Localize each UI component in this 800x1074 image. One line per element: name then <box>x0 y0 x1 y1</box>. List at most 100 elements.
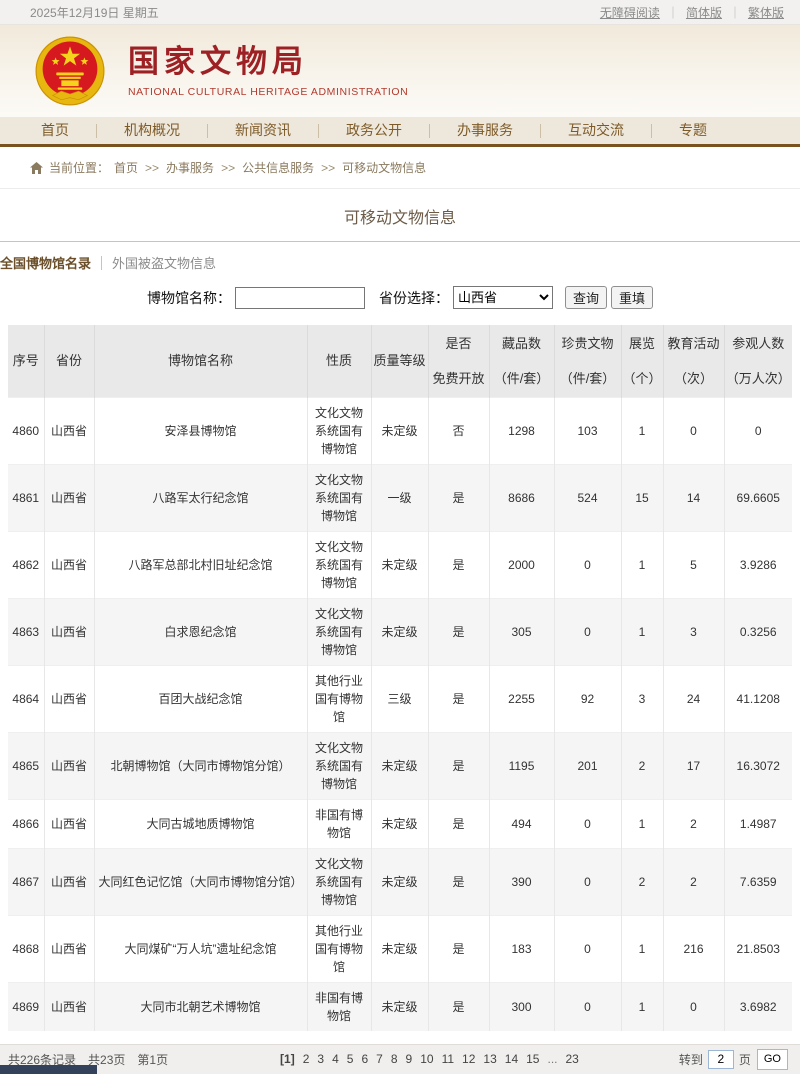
table-row: 4862山西省八路军总部北村旧址纪念馆文化文物系统国有博物馆未定级是200001… <box>8 531 792 598</box>
cell-col-5: 否 <box>428 397 489 464</box>
cell-col-7: 103 <box>554 397 621 464</box>
cell-col-0: 4869 <box>8 982 44 1031</box>
nav-item-4[interactable]: 办事服务 <box>430 117 540 144</box>
page-title: 可移动文物信息 <box>344 210 456 227</box>
cell-col-9: 2 <box>663 848 724 915</box>
column-header-2: 博物馆名称 <box>94 325 307 397</box>
cell-col-7: 524 <box>554 464 621 531</box>
query-button[interactable]: 查询 <box>565 286 607 309</box>
province-select[interactable]: 山西省 <box>453 286 553 309</box>
nav-item-1[interactable]: 机构概况 <box>97 117 207 144</box>
column-header-6: 藏品数（件/套） <box>489 325 554 397</box>
column-header-7: 珍贵文物（件/套） <box>554 325 621 397</box>
goto-page-input[interactable] <box>708 1050 734 1069</box>
page-number-11[interactable]: 11 <box>442 1052 454 1066</box>
breadcrumb-item-2[interactable]: 公共信息服务 <box>242 161 314 175</box>
cell-col-4: 三级 <box>371 665 428 732</box>
topbar-link-0[interactable]: 无障碍阅读 <box>600 4 660 21</box>
nav-item-6[interactable]: 专题 <box>652 117 734 144</box>
cell-col-2: 百团大战纪念馆 <box>94 665 307 732</box>
museum-table: 序号省份博物馆名称性质质量等级是否免费开放藏品数（件/套）珍贵文物（件/套）展览… <box>8 325 792 1031</box>
page-number-5[interactable]: 5 <box>347 1052 354 1066</box>
cell-col-6: 183 <box>489 915 554 982</box>
cell-col-9: 5 <box>663 531 724 598</box>
table-row: 4863山西省白求恩纪念馆文化文物系统国有博物馆未定级是3050130.3256 <box>8 598 792 665</box>
tab-0[interactable]: 全国博物馆名录 <box>0 253 101 272</box>
museum-name-input[interactable] <box>235 287 365 309</box>
cell-col-2: 八路军太行纪念馆 <box>94 464 307 531</box>
nav-item-2[interactable]: 新闻资讯 <box>208 117 318 144</box>
cell-col-10: 21.8503 <box>724 915 792 982</box>
go-button[interactable]: GO <box>757 1049 788 1070</box>
record-summary-2: 第1页 <box>137 1053 168 1067</box>
tab-1[interactable]: 外国被盗文物信息 <box>102 253 226 272</box>
nav-item-5[interactable]: 互动交流 <box>541 117 651 144</box>
page-unit-label: 页 <box>739 1051 751 1068</box>
cell-col-7: 92 <box>554 665 621 732</box>
breadcrumb-item-1[interactable]: 办事服务 <box>166 161 214 175</box>
cell-col-10: 3.9286 <box>724 531 792 598</box>
page-number-12[interactable]: 12 <box>462 1052 475 1066</box>
site-header: 国家文物局 NATIONAL CULTURAL HERITAGE ADMINIS… <box>0 25 800 117</box>
breadcrumb-label: 当前位置： <box>49 159 109 176</box>
cell-col-6: 1298 <box>489 397 554 464</box>
cell-col-6: 2255 <box>489 665 554 732</box>
breadcrumb-item-3[interactable]: 可移动文物信息 <box>342 161 426 175</box>
nav-item-3[interactable]: 政务公开 <box>319 117 429 144</box>
cell-col-0: 4862 <box>8 531 44 598</box>
topbar-link-2[interactable]: 繁体版 <box>748 4 784 21</box>
breadcrumb-item-0[interactable]: 首页 <box>114 161 138 175</box>
museum-name-label: 博物馆名称： <box>147 288 231 308</box>
page-number-6[interactable]: 6 <box>361 1052 368 1066</box>
table-row: 4865山西省北朝博物馆（大同市博物馆分馆）文化文物系统国有博物馆未定级是119… <box>8 732 792 799</box>
cell-col-5: 是 <box>428 531 489 598</box>
table-row: 4860山西省安泽县博物馆文化文物系统国有博物馆未定级否1298103100 <box>8 397 792 464</box>
cell-col-1: 山西省 <box>44 982 94 1031</box>
page-number-9[interactable]: 9 <box>406 1052 413 1066</box>
topbar-link-separator: ｜ <box>729 4 741 21</box>
cell-col-2: 北朝博物馆（大同市博物馆分馆） <box>94 732 307 799</box>
column-header-8: 展览（个） <box>621 325 663 397</box>
page-number-14[interactable]: 14 <box>505 1052 518 1066</box>
cell-col-10: 0.3256 <box>724 598 792 665</box>
table-row: 4869山西省大同市北朝艺术博物馆非国有博物馆未定级是3000103.6982 <box>8 982 792 1031</box>
cell-col-0: 4863 <box>8 598 44 665</box>
topbar-links: 无障碍阅读｜简体版｜繁体版 <box>600 4 784 21</box>
cell-col-0: 4864 <box>8 665 44 732</box>
page-number-13[interactable]: 13 <box>483 1052 496 1066</box>
cell-col-5: 是 <box>428 598 489 665</box>
national-emblem-icon[interactable] <box>34 35 106 107</box>
cell-col-3: 非国有博物馆 <box>307 799 371 848</box>
topbar-link-1[interactable]: 简体版 <box>686 4 722 21</box>
page-number-15[interactable]: 15 <box>526 1052 539 1066</box>
page-number-7[interactable]: 7 <box>376 1052 383 1066</box>
breadcrumb-separator: >> <box>145 161 159 175</box>
cell-col-1: 山西省 <box>44 848 94 915</box>
cell-col-5: 是 <box>428 982 489 1031</box>
page-number-8[interactable]: 8 <box>391 1052 398 1066</box>
cell-col-1: 山西省 <box>44 598 94 665</box>
page-number-3[interactable]: 3 <box>317 1052 324 1066</box>
cell-col-6: 2000 <box>489 531 554 598</box>
tab-bar: 全国博物馆名录外国被盗文物信息 <box>0 242 800 278</box>
cell-col-1: 山西省 <box>44 531 94 598</box>
page-number-10[interactable]: 10 <box>420 1052 433 1066</box>
museum-table-wrap: 序号省份博物馆名称性质质量等级是否免费开放藏品数（件/套）珍贵文物（件/套）展览… <box>8 325 792 1031</box>
page-number-2[interactable]: 2 <box>303 1052 310 1066</box>
cell-col-3: 文化文物系统国有博物馆 <box>307 732 371 799</box>
reset-button[interactable]: 重填 <box>611 286 653 309</box>
cell-col-0: 4865 <box>8 732 44 799</box>
cell-col-0: 4860 <box>8 397 44 464</box>
nav-item-0[interactable]: 首页 <box>14 117 96 144</box>
cell-col-7: 0 <box>554 598 621 665</box>
cell-col-4: 未定级 <box>371 732 428 799</box>
title-section: 可移动文物信息 <box>0 189 800 242</box>
goto-page-group: 转到 页 GO <box>679 1049 788 1070</box>
breadcrumb-items: 首页>>办事服务>>公共信息服务>>可移动文物信息 <box>109 159 431 176</box>
site-title-block: 国家文物局 NATIONAL CULTURAL HERITAGE ADMINIS… <box>128 45 408 98</box>
cell-col-0: 4867 <box>8 848 44 915</box>
page-number-4[interactable]: 4 <box>332 1052 339 1066</box>
page-number-23[interactable]: 23 <box>566 1052 579 1066</box>
cell-col-10: 41.1208 <box>724 665 792 732</box>
cell-col-7: 0 <box>554 531 621 598</box>
